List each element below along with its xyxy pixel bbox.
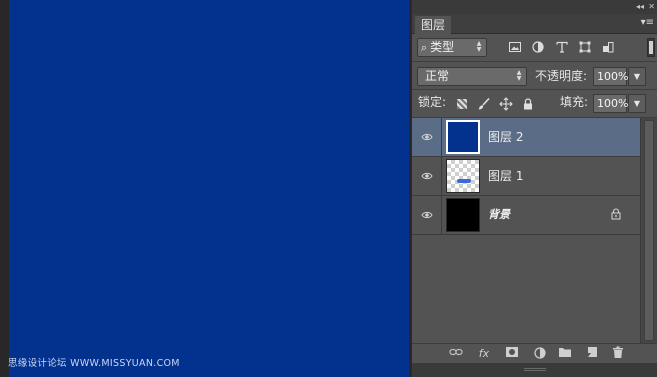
shape-filter-icon[interactable]: [578, 40, 592, 54]
visibility-eye-icon[interactable]: [412, 118, 442, 156]
lock-all-icon[interactable]: [521, 97, 535, 111]
fill-dropdown-button[interactable]: ▼: [628, 94, 646, 113]
blend-mode-select[interactable]: 正常 ▲ ▼: [417, 67, 527, 86]
close-panel-icon[interactable]: ✕: [648, 2, 655, 11]
panel-tab-row: 图层 ▾≡: [412, 14, 657, 34]
layer-thumbnail[interactable]: [446, 120, 480, 154]
filter-type-select[interactable]: ⌕ 类型 ▲ ▼: [417, 38, 487, 57]
lock-row: 锁定: 填充: 100% ▼: [412, 90, 657, 117]
layer-row-background[interactable]: 背景: [412, 196, 640, 235]
new-layer-icon[interactable]: [584, 346, 600, 362]
select-arrows-icon: ▲ ▼: [516, 69, 522, 82]
opacity-dropdown-button[interactable]: ▼: [628, 67, 646, 86]
layer-locked-icon: [610, 208, 622, 221]
layer-thumbnail[interactable]: [446, 159, 480, 193]
fill-label: 填充:: [560, 95, 589, 109]
layers-scrollbar[interactable]: [640, 118, 657, 343]
trash-icon[interactable]: [610, 346, 626, 362]
layer-name[interactable]: 图层 1: [488, 157, 523, 195]
fill-field[interactable]: 100%: [593, 94, 628, 113]
visibility-eye-icon[interactable]: [412, 157, 442, 195]
layer-thumbnail[interactable]: [446, 198, 480, 232]
canvas-workspace: 思缘设计论坛 WWW.MISSYUAN.COM: [0, 0, 411, 377]
blend-mode-value: 正常: [425, 69, 450, 83]
select-arrows-icon: ▲ ▼: [476, 40, 482, 53]
panel-resize-strip[interactable]: [412, 363, 657, 377]
layers-list: 图层 2 图层 1 背景: [412, 118, 640, 343]
layer-name[interactable]: 图层 2: [488, 118, 523, 156]
lock-image-pixels-icon[interactable]: [477, 97, 491, 111]
layers-panel: ◂◂ ✕ 图层 ▾≡ ⌕ 类型 ▲ ▼ 正常 ▲ ▼ 不透明度: 100% ▼ …: [411, 0, 657, 377]
adjustment-filter-icon[interactable]: [531, 40, 545, 54]
resize-grip-icon[interactable]: [524, 368, 546, 371]
search-icon: ⌕: [421, 41, 428, 54]
panel-title-bar: ◂◂ ✕: [412, 0, 657, 14]
blend-row: 正常 ▲ ▼ 不透明度: 100% ▼: [412, 62, 657, 89]
opacity-label: 不透明度:: [535, 69, 588, 83]
folder-icon[interactable]: [557, 346, 573, 362]
mask-icon[interactable]: [504, 346, 520, 362]
watermark: 思缘设计论坛 WWW.MISSYUAN.COM: [8, 358, 180, 369]
panel-menu-icon[interactable]: ▾≡: [641, 17, 654, 29]
visibility-eye-icon[interactable]: [412, 196, 442, 234]
thumbnail-content-mark: [457, 179, 471, 183]
scrollbar-thumb[interactable]: [644, 120, 654, 341]
document-canvas[interactable]: [9, 0, 409, 377]
filter-toggle[interactable]: [647, 38, 655, 57]
lock-transparent-pixels-icon[interactable]: [455, 97, 469, 111]
opacity-field[interactable]: 100%: [593, 67, 628, 86]
fx-icon[interactable]: fx: [476, 346, 492, 362]
layer-row-layer-1[interactable]: 图层 1: [412, 157, 640, 196]
type-filter-icon[interactable]: [555, 40, 569, 54]
photoshop-window: 思缘设计论坛 WWW.MISSYUAN.COM ◂◂ ✕ 图层 ▾≡ ⌕ 类型 ▲…: [0, 0, 657, 377]
layer-row-layer-2[interactable]: 图层 2: [412, 118, 640, 157]
filter-row: ⌕ 类型 ▲ ▼: [412, 34, 657, 61]
smart-object-filter-icon[interactable]: [601, 40, 615, 54]
lock-label: 锁定:: [418, 95, 447, 109]
layers-bottom-toolbar: fx: [412, 343, 657, 363]
adjustment-icon[interactable]: [532, 346, 548, 362]
layer-name[interactable]: 背景: [488, 196, 510, 234]
link-icon[interactable]: [448, 346, 464, 362]
tab-layers[interactable]: 图层: [415, 16, 452, 34]
collapse-panel-icon[interactable]: ◂◂: [636, 2, 644, 11]
image-filter-icon[interactable]: [508, 40, 522, 54]
lock-position-icon[interactable]: [499, 97, 513, 111]
filter-type-label: 类型: [430, 40, 455, 54]
